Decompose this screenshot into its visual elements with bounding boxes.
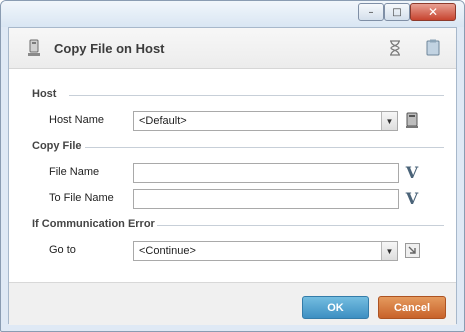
file-name-label: File Name [49,166,100,178]
comm-error-section-divider [157,225,444,226]
copy-file-section-divider [85,147,444,148]
goto-value: <Continue> [139,245,196,257]
host-name-label: Host Name [49,114,105,126]
goto-dropdown[interactable]: <Continue> ▼ [133,241,398,261]
host-picker-icon[interactable] [404,111,420,129]
host-section-divider [69,95,444,96]
file-name-input[interactable] [133,163,399,183]
dialog-footer: OK Cancel [9,282,456,325]
dialog-content: Copy File on Host Host Host Name <Defaul… [8,27,457,325]
maximize-icon: □ [392,6,402,18]
dialog-title: Copy File on Host [54,41,165,56]
comm-error-section-title: If Communication Error [32,218,155,230]
dialog-window: – □ ✕ Copy File on Host Host Host Name <… [0,0,465,332]
host-name-dropdown[interactable]: <Default> ▼ [133,111,398,131]
goto-label: Go to [49,244,76,256]
close-button[interactable]: ✕ [410,3,456,21]
clipboard-icon[interactable] [426,39,440,56]
ok-button[interactable]: OK [302,296,369,319]
to-file-name-input[interactable] [133,189,399,209]
minimize-icon: – [368,6,374,18]
host-name-value: <Default> [139,115,187,127]
host-section-title: Host [32,88,57,100]
chevron-down-icon[interactable]: ▼ [381,112,397,130]
host-icon [28,39,40,56]
minimize-button[interactable]: – [358,3,384,21]
copy-file-section-title: Copy File [32,140,82,152]
variable-icon[interactable]: V [404,163,420,182]
close-icon: ✕ [427,5,439,19]
maximize-button[interactable]: □ [384,3,410,21]
hourglass-icon[interactable] [389,40,401,56]
title-bar[interactable]: – □ ✕ [1,1,464,27]
to-file-name-label: To File Name [49,192,114,204]
dialog-header: Copy File on Host [9,28,456,69]
cancel-button[interactable]: Cancel [378,296,446,319]
chevron-down-icon[interactable]: ▼ [381,242,397,260]
goto-arrow-icon[interactable] [404,241,420,259]
variable-icon[interactable]: V [404,189,420,208]
